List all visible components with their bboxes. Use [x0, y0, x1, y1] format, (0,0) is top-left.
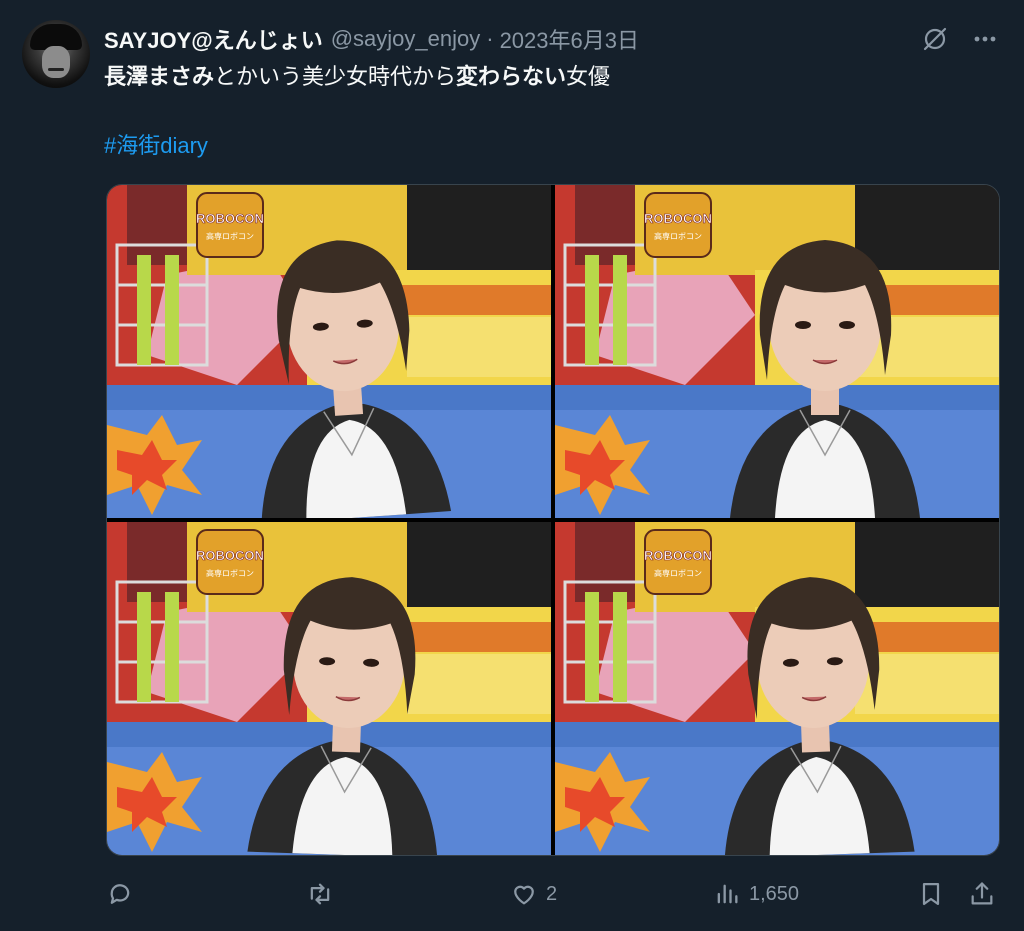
grok-icon[interactable]	[920, 24, 950, 54]
share-button[interactable]	[968, 874, 996, 914]
hashtag-link[interactable]: #海街diary	[104, 131, 208, 161]
bookmark-button[interactable]	[917, 874, 945, 914]
svg-text:高専ロボコン: 高専ロボコン	[654, 568, 702, 578]
photo[interactable]: ROBOCON 高専ロボコン	[555, 185, 999, 518]
more-icon[interactable]	[970, 24, 1000, 54]
tweet-text-part: 長澤まさみ	[104, 64, 215, 89]
tweet-text-part: とかいう美少女時代から	[214, 64, 457, 89]
like-icon	[514, 885, 534, 905]
action-bar: 2 1,650	[0, 874, 1024, 914]
retweet-button[interactable]	[306, 874, 342, 914]
retweet-icon	[310, 883, 330, 905]
views-button[interactable]: 1,650	[713, 874, 799, 914]
photo[interactable]: ROBOCON 高専ロボコン	[107, 522, 551, 855]
bookmark-icon	[922, 882, 940, 906]
svg-text:高専ロボコン: 高専ロボコン	[654, 231, 702, 241]
avatar[interactable]	[22, 20, 90, 88]
views-icon	[717, 884, 738, 904]
avatar-mouth	[48, 68, 64, 71]
tweet-text: 長澤まさみとかいう美少女時代から変わらない女優	[104, 62, 610, 92]
separator: ·	[486, 26, 494, 51]
reply-button[interactable]	[106, 874, 142, 914]
svg-text:ROBOCON: ROBOCON	[196, 548, 264, 563]
tweet-header: SAYJOY@えんじょい @sayjoy_enjoy · 2023年6月3日	[104, 24, 639, 54]
tweet-text-part: 女優	[566, 64, 611, 89]
svg-text:ROBOCON: ROBOCON	[644, 548, 712, 563]
reply-icon	[110, 884, 130, 904]
like-count: 2	[546, 882, 558, 905]
svg-text:ROBOCON: ROBOCON	[196, 211, 264, 226]
photo[interactable]: ROBOCON 高専ロボコン	[107, 185, 551, 518]
share-icon	[971, 882, 993, 905]
avatar-face	[42, 46, 70, 78]
display-name[interactable]: SAYJOY@えんじょい	[104, 23, 323, 55]
svg-text:高専ロボコン: 高専ロボコン	[206, 568, 254, 578]
like-button[interactable]: 2	[510, 874, 557, 914]
view-count: 1,650	[749, 882, 800, 905]
media-grid: ROBOCON 高専ロボコン ROBOCON 高専ロボコン ROBOCON 高専…	[106, 184, 1000, 856]
photo[interactable]: ROBOCON 高専ロボコン	[555, 522, 999, 855]
svg-text:ROBOCON: ROBOCON	[644, 211, 712, 226]
svg-text:高専ロボコン: 高専ロボコン	[206, 231, 254, 241]
handle[interactable]: @sayjoy_enjoy	[331, 26, 481, 52]
tweet-text-part: 変わらない	[456, 64, 567, 89]
tweet-date[interactable]: 2023年6月3日	[500, 23, 639, 55]
